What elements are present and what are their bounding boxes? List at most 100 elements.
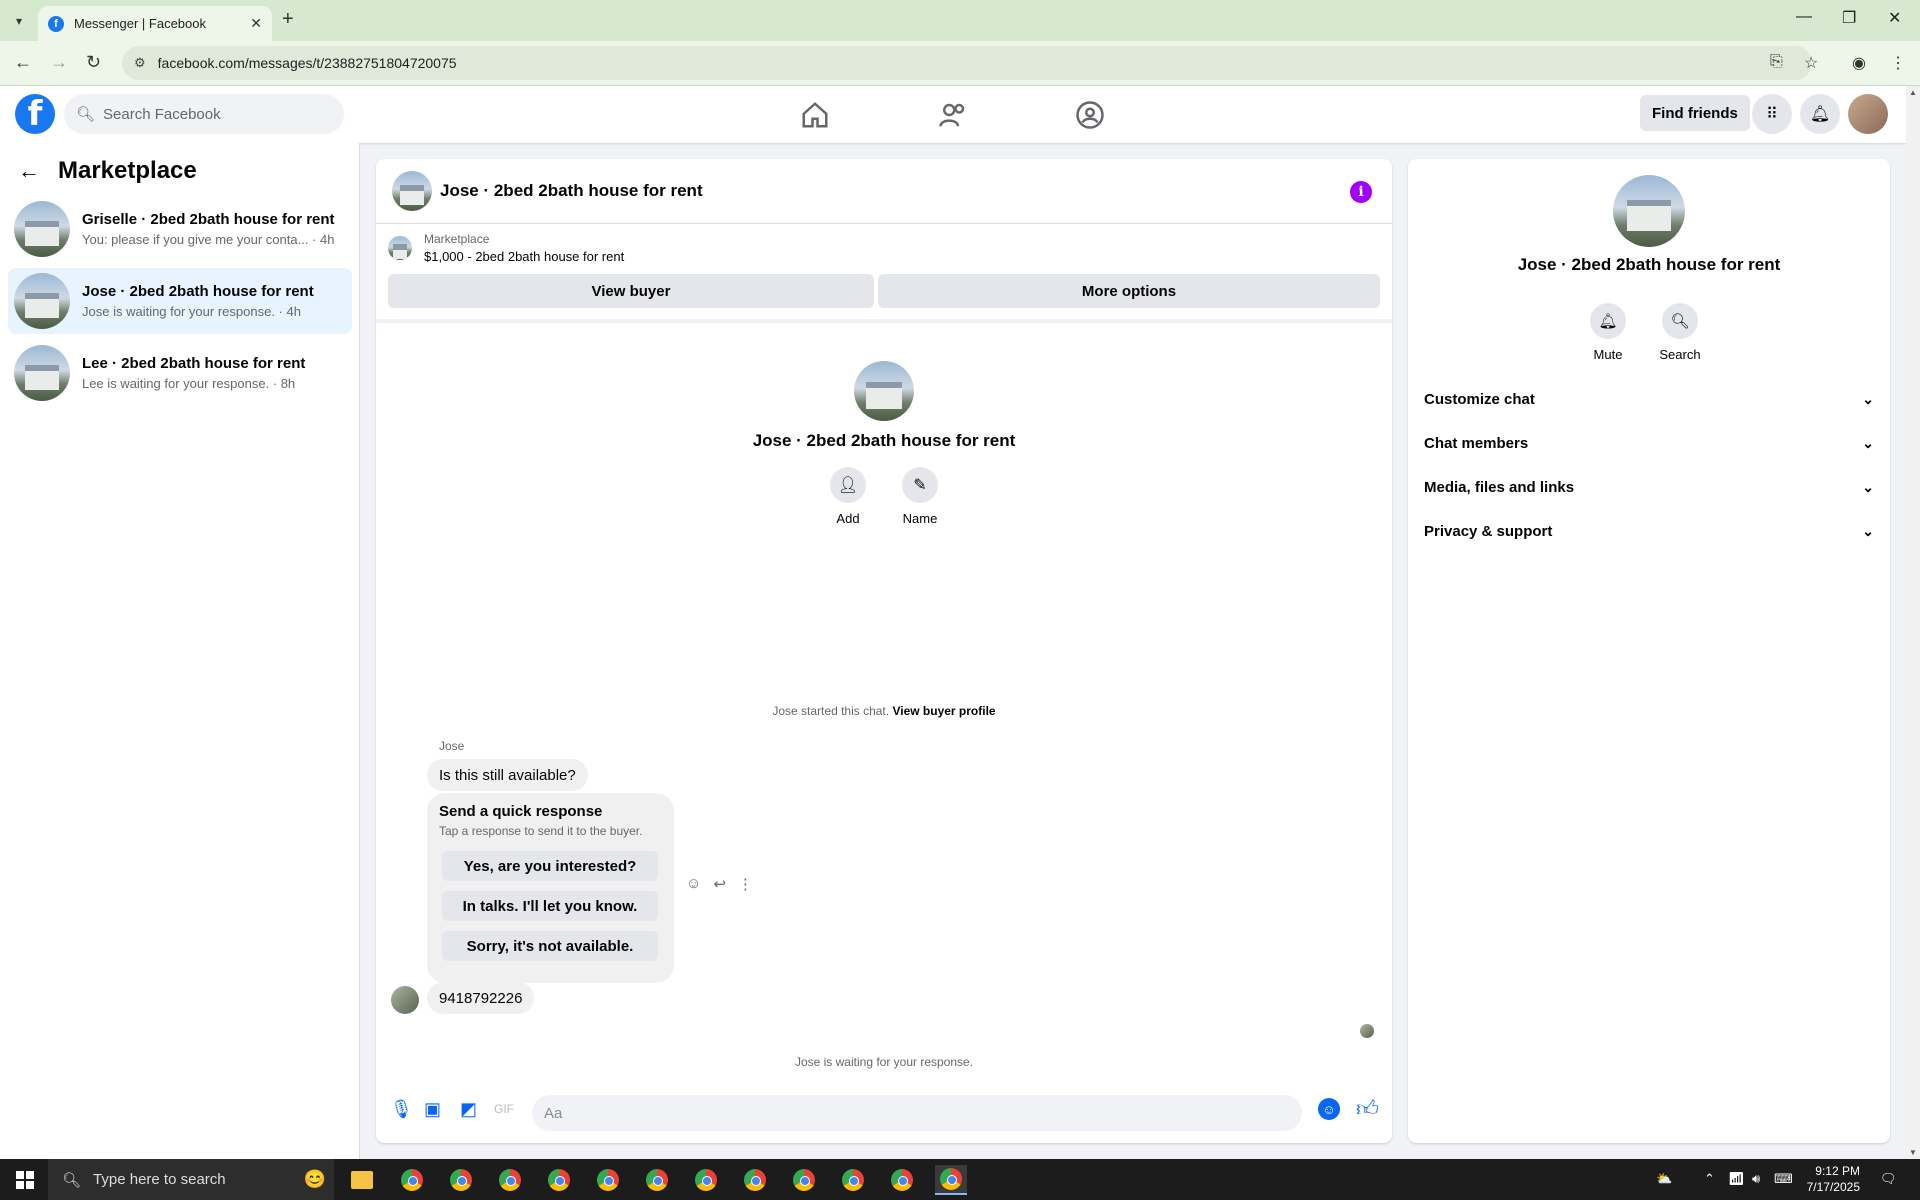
bell-icon: 🔔︎ [1590, 303, 1626, 339]
reload-icon[interactable]: ↻ [86, 52, 101, 73]
mute-button[interactable]: 🔔︎ Mute [1578, 303, 1638, 362]
groups-icon[interactable] [1075, 100, 1105, 130]
conversation-preview: You: please if you give me your conta...… [82, 232, 335, 247]
profile-icon[interactable]: ◉ [1852, 53, 1866, 73]
conversation-name: Jose · 2bed 2bath house for rent [82, 283, 314, 300]
account-avatar[interactable] [1848, 94, 1888, 134]
restore-icon[interactable]: ❐ [1842, 8, 1856, 28]
conversation-item-griselle[interactable]: Griselle · 2bed 2bath house for rent You… [8, 196, 352, 262]
conversation-name: Lee · 2bed 2bath house for rent [82, 355, 306, 372]
conversation-item-lee[interactable]: Lee · 2bed 2bath house for rent Lee is w… [8, 340, 352, 406]
chat-title[interactable]: Jose · 2bed 2bath house for rent [440, 181, 703, 201]
message-bubble-phone[interactable]: 9418792226 [427, 982, 535, 1014]
forward-icon[interactable]: → [50, 52, 68, 73]
system-clock[interactable]: 9:12 PM 7/17/2025 [1800, 1163, 1860, 1195]
network-icon[interactable]: 📶︎ [1728, 1171, 1745, 1187]
media-files-links-row[interactable]: Media, files and links ⌄ [1424, 469, 1874, 505]
bookmark-star-icon[interactable]: ☆ [1804, 53, 1818, 73]
view-buyer-profile-link[interactable]: View buyer profile [892, 704, 995, 718]
chat-members-row[interactable]: Chat members ⌄ [1424, 425, 1874, 461]
clock-date: 7/17/2025 [1806, 1180, 1860, 1194]
close-window-icon[interactable]: ✕ [1888, 8, 1901, 28]
microphone-icon[interactable]: 🎙︎ [390, 1099, 413, 1120]
more-dots-icon[interactable]: ⋮ [738, 875, 753, 893]
view-buyer-button[interactable]: View buyer [388, 274, 874, 308]
reply-icon[interactable]: ↩ [713, 875, 726, 893]
tab-search-dropdown-icon[interactable]: ▾ [8, 10, 30, 32]
chrome-profile-icon[interactable] [690, 1165, 722, 1195]
show-hidden-icons-icon[interactable]: ⌃ [1704, 1171, 1715, 1187]
chrome-profile-icon[interactable] [788, 1165, 820, 1195]
react-smiley-icon[interactable]: ☺ [686, 875, 701, 893]
close-tab-icon[interactable]: ✕ [250, 15, 262, 32]
privacy-support-row[interactable]: Privacy & support ⌄ [1424, 513, 1874, 549]
chrome-profile-icon[interactable] [445, 1165, 477, 1195]
chrome-profile-icon[interactable] [396, 1165, 428, 1195]
divider [376, 319, 1392, 323]
add-people-button[interactable]: 👤︎ Add [830, 467, 866, 526]
search-chat-button[interactable]: 🔍︎ Search [1650, 303, 1710, 362]
url-input[interactable]: ⚙ facebook.com/messages/t/23882751804720… [122, 46, 1812, 80]
quick-response-not-available-button[interactable]: Sorry, it's not available. [442, 931, 658, 961]
gif-icon[interactable]: GIF [494, 1102, 514, 1116]
keyboard-icon[interactable]: ⌨ [1774, 1171, 1793, 1187]
chrome-profile-icon[interactable] [886, 1165, 918, 1195]
chat-header: Jose · 2bed 2bath house for rent i [376, 159, 1392, 224]
friends-icon[interactable] [938, 100, 968, 130]
find-friends-button[interactable]: Find friends [1640, 95, 1750, 131]
facebook-search-input[interactable]: 🔍︎ Search Facebook [64, 94, 344, 134]
details-name: Jose · 2bed 2bath house for rent [1517, 255, 1781, 274]
message-bubble[interactable]: Is this still available? [427, 759, 588, 791]
minimize-icon[interactable]: — [1796, 8, 1812, 26]
browser-menu-icon[interactable]: ⋮ [1890, 53, 1906, 73]
message-input[interactable]: Aa [532, 1095, 1302, 1131]
quick-response-in-talks-button[interactable]: In talks. I'll let you know. [442, 891, 658, 921]
browser-tab[interactable]: f Messenger | Facebook ✕ [38, 6, 272, 41]
chrome-profile-icon[interactable] [739, 1165, 771, 1195]
more-options-button[interactable]: More options [878, 274, 1380, 308]
notifications-bell-icon[interactable]: 🔔︎ [1800, 94, 1840, 134]
photo-icon[interactable]: ▣ [424, 1099, 441, 1120]
thumbs-up-icon[interactable]: 👍︎ [1356, 1095, 1379, 1122]
listing-thumbnail [14, 273, 70, 329]
conversation-preview: Jose is waiting for your response. · 4h [82, 304, 301, 319]
install-app-icon[interactable]: ⎘ [1770, 53, 1783, 71]
back-arrow-icon[interactable]: ← [18, 158, 40, 184]
chat-avatar[interactable] [392, 171, 432, 211]
back-icon[interactable]: ← [14, 52, 32, 73]
new-tab-icon[interactable]: + [282, 8, 294, 31]
page-scrollbar[interactable]: ▲ ▼ [1906, 86, 1920, 1159]
facebook-logo-icon[interactable]: f [15, 94, 55, 134]
listing-label: Marketplace [424, 232, 490, 246]
volume-icon[interactable]: 🔊︎ [1752, 1171, 1760, 1187]
edit-name-button[interactable]: ✎ Name [902, 467, 938, 526]
weather-icon[interactable]: ⛅ [1656, 1171, 1672, 1187]
customize-chat-row[interactable]: Customize chat ⌄ [1424, 381, 1874, 417]
scroll-down-icon[interactable]: ▼ [1909, 1148, 1917, 1157]
conversation-item-jose[interactable]: Jose · 2bed 2bath house for rent Jose is… [8, 268, 352, 334]
site-info-icon[interactable]: ⚙ [134, 55, 146, 71]
taskbar-search-input[interactable]: 🔍︎ Type here to search 😊 [48, 1159, 334, 1200]
chrome-profile-icon[interactable] [837, 1165, 869, 1195]
menu-grid-icon[interactable]: ⠿ [1752, 94, 1792, 134]
waiting-notice: Jose is waiting for your response. [794, 1055, 974, 1069]
home-icon[interactable] [800, 100, 830, 130]
chrome-active-icon[interactable] [935, 1165, 967, 1195]
file-explorer-icon[interactable] [346, 1165, 378, 1195]
sender-avatar[interactable] [391, 986, 419, 1014]
seen-avatar [1360, 1024, 1374, 1038]
sticker-icon[interactable]: ◩ [460, 1099, 477, 1120]
notification-center-icon[interactable]: 🗨︎ [1880, 1171, 1897, 1187]
chrome-profile-icon[interactable] [592, 1165, 624, 1195]
chrome-profile-icon[interactable] [494, 1165, 526, 1195]
emoji-icon[interactable]: ☺ [1318, 1098, 1340, 1120]
details-avatar[interactable] [1613, 175, 1685, 247]
quick-response-card: Send a quick response Tap a response to … [427, 793, 674, 983]
info-icon[interactable]: i [1350, 181, 1372, 203]
quick-response-yes-button[interactable]: Yes, are you interested? [442, 851, 658, 881]
chrome-profile-icon[interactable] [641, 1165, 673, 1195]
scroll-up-icon[interactable]: ▲ [1909, 88, 1917, 97]
chrome-profile-icon[interactable] [543, 1165, 575, 1195]
windows-start-icon[interactable] [16, 1171, 34, 1189]
message-actions: ☺ ↩ ⋮ [686, 875, 753, 893]
